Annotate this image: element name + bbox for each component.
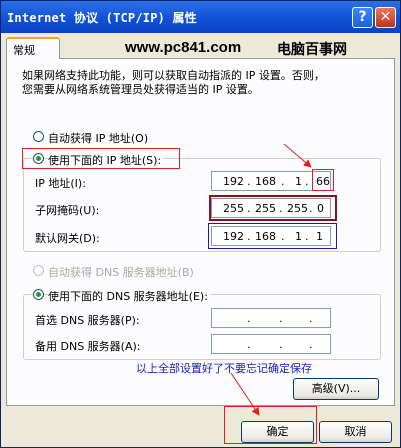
tab-general[interactable]: 常规 <box>6 37 60 59</box>
watermark-site: www.pc841.com <box>125 39 242 56</box>
manual-dns-radio[interactable] <box>33 289 44 300</box>
annotation-arrows <box>230 143 312 416</box>
manual-ip-label[interactable]: 使用下面的 IP 地址(S): <box>48 152 164 168</box>
dialog-window: Internet 协议 (TCP/IP) 属性 ? ✕ 常规 www.pc841… <box>0 0 401 448</box>
manual-ip-radio[interactable] <box>33 153 44 164</box>
manual-dns-label[interactable]: 使用下面的 DNS 服务器地址(E): <box>48 288 210 304</box>
watermark-name: 电脑百事网 <box>277 42 347 58</box>
arrow-to-ip-octet <box>283 143 312 168</box>
arrow-to-ok-button <box>230 372 260 416</box>
